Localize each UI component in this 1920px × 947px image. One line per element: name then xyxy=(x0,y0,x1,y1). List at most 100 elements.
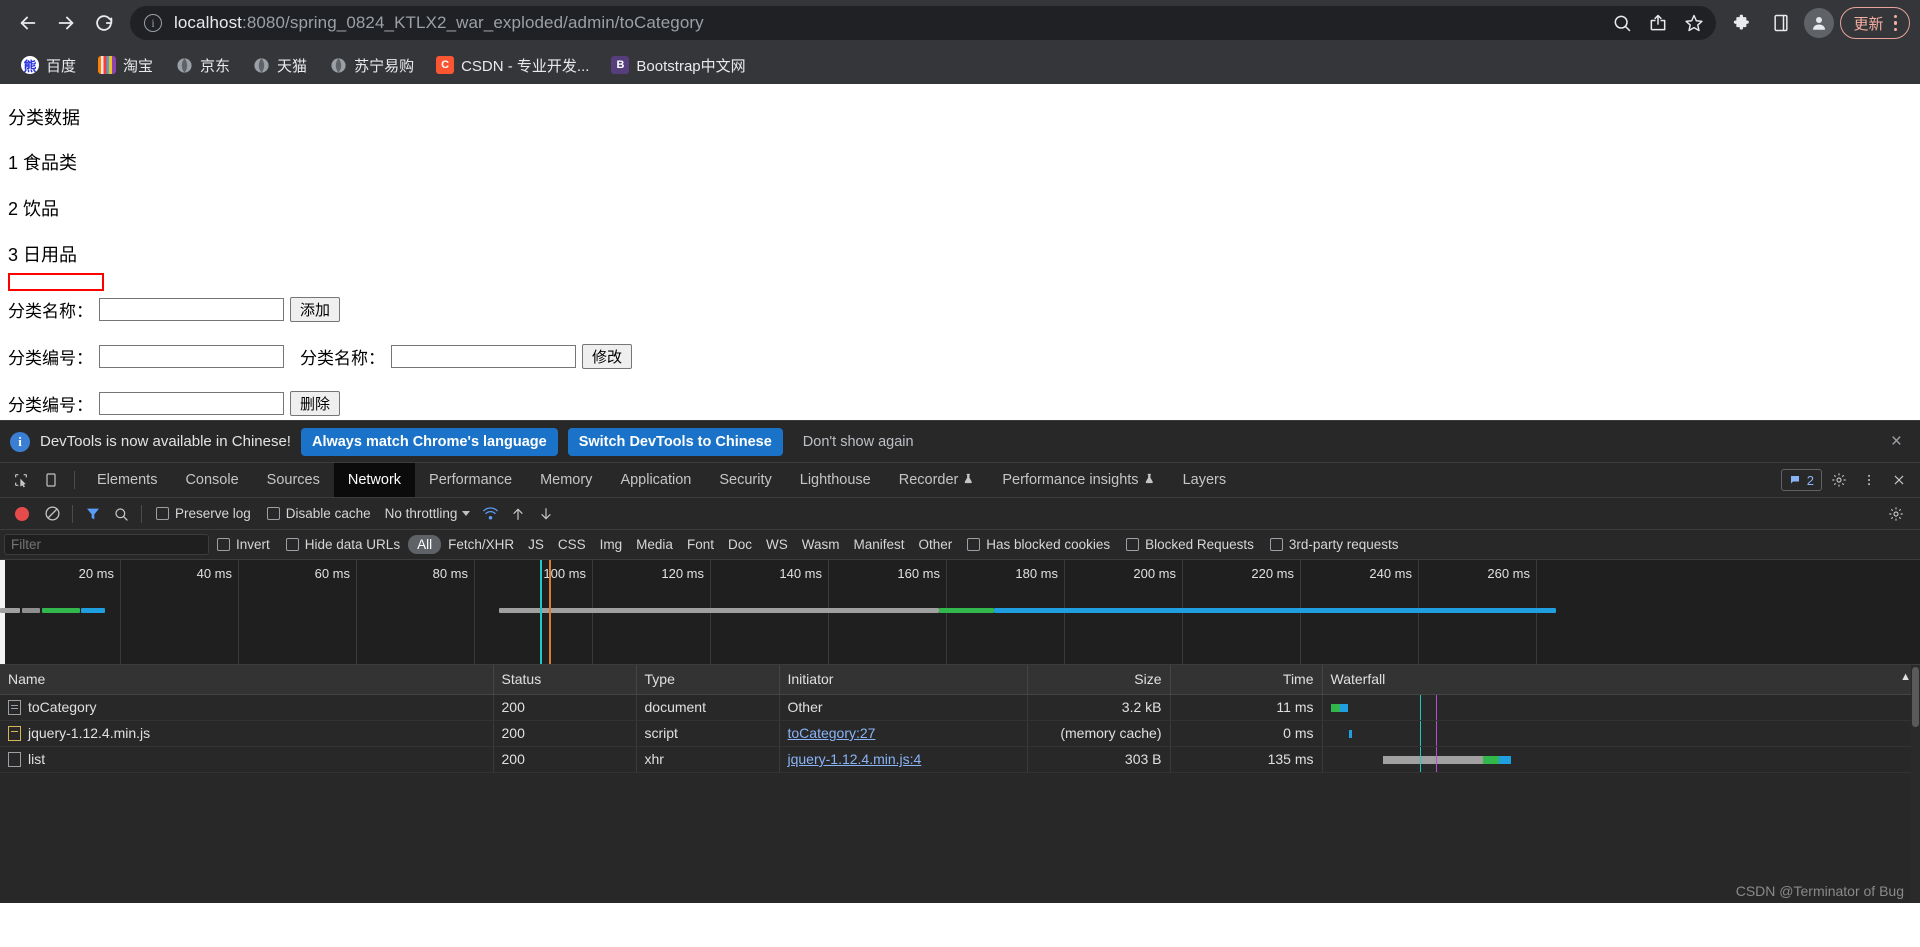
initiator-link[interactable]: jquery-1.12.4.min.js:4 xyxy=(788,751,922,767)
profile-avatar[interactable] xyxy=(1804,8,1835,38)
tab-recorder[interactable]: Recorder xyxy=(885,463,989,497)
bookmarks-bar: 熊 百度 淘宝 京东 天猫 苏宁易购 C CSDN - 专业开发... B Bo… xyxy=(0,46,1920,84)
update-category-button[interactable]: 修改 xyxy=(582,344,633,370)
issues-counter[interactable]: 2 xyxy=(1780,469,1822,491)
overview-tick-label: 120 ms xyxy=(661,566,704,581)
bookmark-item-csdn[interactable]: C CSDN - 专业开发... xyxy=(427,51,598,80)
filter-input[interactable] xyxy=(4,534,209,555)
site-info-icon[interactable]: i xyxy=(144,14,162,32)
tab-performance[interactable]: Performance xyxy=(415,463,526,497)
table-row[interactable]: list 200 xhr jquery-1.12.4.min.js:4 303 … xyxy=(0,746,1920,773)
tab-sources[interactable]: Sources xyxy=(253,463,334,497)
filter-type-doc[interactable]: Doc xyxy=(721,537,759,552)
bookmark-item-tmall[interactable]: 天猫 xyxy=(243,51,316,80)
column-header-waterfall[interactable]: Waterfall ▲ xyxy=(1322,665,1920,695)
bookmark-item-taobao[interactable]: 淘宝 xyxy=(89,51,162,80)
share-icon[interactable] xyxy=(1642,7,1674,39)
filter-type-fetch-xhr[interactable]: Fetch/XHR xyxy=(441,537,521,552)
address-bar[interactable]: i localhost:8080/spring_0824_KTLX2_war_e… xyxy=(130,6,1717,40)
tab-security[interactable]: Security xyxy=(705,463,785,497)
filter-type-other[interactable]: Other xyxy=(912,537,960,552)
bookmark-item-baidu[interactable]: 熊 百度 xyxy=(12,51,85,80)
devtools-more-menu-icon[interactable] xyxy=(1856,468,1882,492)
blocked-requests-checkbox[interactable]: Blocked Requests xyxy=(1118,537,1262,552)
third-party-requests-checkbox[interactable]: 3rd-party requests xyxy=(1262,537,1407,552)
tab-elements[interactable]: Elements xyxy=(83,463,171,497)
devtools-close-icon[interactable] xyxy=(1886,468,1912,492)
table-row[interactable]: toCategory 200 document Other 3.2 kB 11 … xyxy=(0,694,1920,721)
dont-show-again-button[interactable]: Don't show again xyxy=(793,428,924,456)
tab-memory[interactable]: Memory xyxy=(526,463,606,497)
bookmark-star-icon[interactable] xyxy=(1678,7,1710,39)
add-category-button[interactable]: 添加 xyxy=(290,297,341,323)
column-header-name[interactable]: Name xyxy=(0,665,494,695)
filter-type-manifest[interactable]: Manifest xyxy=(846,537,911,552)
tab-performance-insights[interactable]: Performance insights xyxy=(988,463,1168,497)
inspect-element-icon[interactable] xyxy=(6,463,36,497)
close-icon[interactable]: × xyxy=(1883,431,1910,453)
column-header-size[interactable]: Size xyxy=(1027,665,1171,695)
filter-type-css[interactable]: CSS xyxy=(551,537,593,552)
tab-label: Lighthouse xyxy=(799,472,871,488)
has-blocked-cookies-checkbox[interactable]: Has blocked cookies xyxy=(959,537,1118,552)
delete-category-id-input[interactable] xyxy=(99,392,284,416)
column-header-status[interactable]: Status xyxy=(493,665,637,695)
network-overview-timeline[interactable]: 20 ms 40 ms 60 ms 80 ms 100 ms 120 ms 14… xyxy=(0,560,1920,665)
tab-label: Sources xyxy=(266,472,320,488)
filter-type-img[interactable]: Img xyxy=(593,537,630,552)
filter-funnel-icon[interactable] xyxy=(79,500,107,528)
export-har-icon[interactable] xyxy=(532,500,560,528)
delete-category-form: 分类编号： 删除 xyxy=(8,391,1920,417)
network-conditions-icon[interactable] xyxy=(476,500,504,528)
requests-scrollbar[interactable] xyxy=(1911,665,1920,903)
search-icon[interactable] xyxy=(107,500,135,528)
update-category-id-input[interactable] xyxy=(99,345,284,369)
forward-arrow-icon[interactable] xyxy=(48,5,84,41)
always-match-language-button[interactable]: Always match Chrome's language xyxy=(300,427,558,456)
delete-category-button[interactable]: 删除 xyxy=(290,391,341,417)
clear-network-log-icon[interactable] xyxy=(38,500,66,528)
side-panel-icon[interactable] xyxy=(1764,6,1798,40)
disable-cache-checkbox[interactable]: Disable cache xyxy=(259,506,379,521)
add-category-name-input[interactable] xyxy=(99,298,284,322)
tab-application[interactable]: Application xyxy=(606,463,705,497)
extensions-puzzle-icon[interactable] xyxy=(1726,6,1760,40)
network-requests-table-wrap[interactable]: Name Status Type Initiator Size Time Wat… xyxy=(0,665,1920,903)
throttling-select[interactable]: No throttling xyxy=(379,506,477,521)
search-icon[interactable] xyxy=(1606,7,1638,39)
filter-type-all[interactable]: All xyxy=(408,535,442,554)
filter-type-font[interactable]: Font xyxy=(680,537,721,552)
invert-checkbox[interactable]: Invert xyxy=(209,537,278,552)
import-har-icon[interactable] xyxy=(504,500,532,528)
column-header-time[interactable]: Time xyxy=(1170,665,1323,695)
bookmark-item-jd[interactable]: 京东 xyxy=(166,51,239,80)
filter-type-media[interactable]: Media xyxy=(629,537,680,552)
switch-devtools-language-button[interactable]: Switch DevTools to Chinese xyxy=(567,427,783,456)
filter-type-js[interactable]: JS xyxy=(521,537,551,552)
back-arrow-icon[interactable] xyxy=(10,5,46,41)
tab-network[interactable]: Network xyxy=(333,463,416,497)
bookmark-item-bootstrap[interactable]: B Bootstrap中文网 xyxy=(602,51,754,80)
column-header-type[interactable]: Type xyxy=(636,665,780,695)
initiator-link[interactable]: toCategory:27 xyxy=(788,725,876,741)
update-button[interactable]: 更新 xyxy=(1840,7,1910,39)
tab-lighthouse[interactable]: Lighthouse xyxy=(786,463,885,497)
network-settings-gear-icon[interactable] xyxy=(1882,500,1910,528)
table-row[interactable]: jquery-1.12.4.min.js 200 script toCatego… xyxy=(0,720,1920,747)
chrome-menu-icon[interactable] xyxy=(1886,14,1906,32)
device-toolbar-icon[interactable] xyxy=(36,463,66,497)
reload-icon[interactable] xyxy=(86,5,122,41)
hide-data-urls-checkbox[interactable]: Hide data URLs xyxy=(278,537,408,552)
bookmark-item-suning[interactable]: 苏宁易购 xyxy=(320,51,423,80)
tab-layers[interactable]: Layers xyxy=(1169,463,1241,497)
cell-waterfall xyxy=(1322,746,1920,773)
tab-console[interactable]: Console xyxy=(171,463,252,497)
update-category-name-input[interactable] xyxy=(391,345,576,369)
filter-type-wasm[interactable]: Wasm xyxy=(795,537,847,552)
script-icon xyxy=(8,725,21,741)
settings-gear-icon[interactable] xyxy=(1826,468,1852,492)
preserve-log-checkbox[interactable]: Preserve log xyxy=(148,506,259,521)
filter-type-ws[interactable]: WS xyxy=(759,537,795,552)
column-header-initiator[interactable]: Initiator xyxy=(779,665,1028,695)
record-button[interactable] xyxy=(15,506,29,521)
